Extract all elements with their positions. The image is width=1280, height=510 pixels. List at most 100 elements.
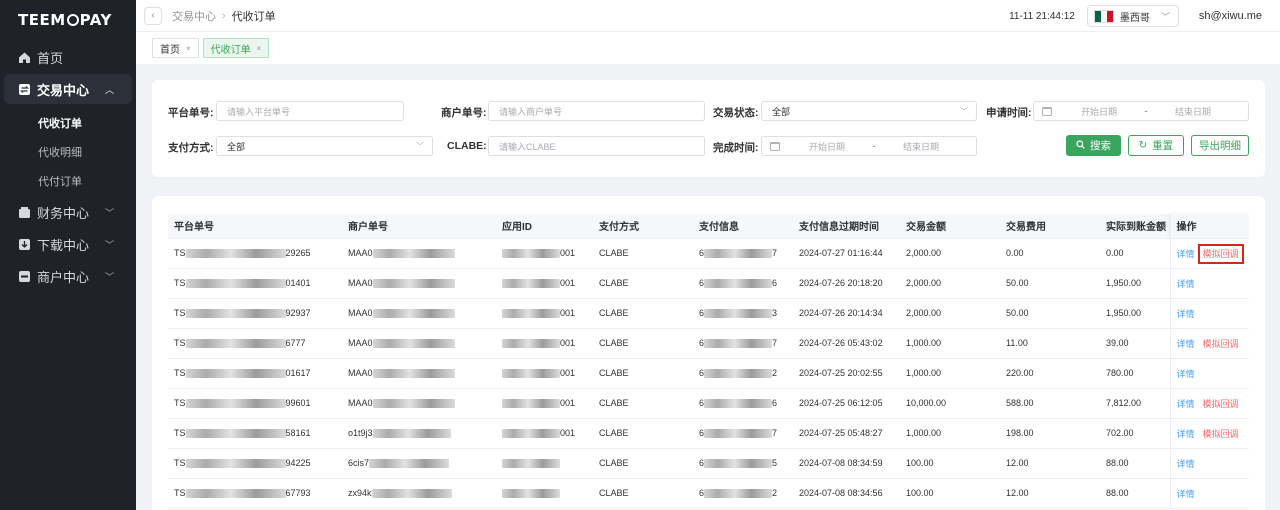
pay-info-cell: 67 (693, 328, 793, 359)
pay-info-cell: 63 (693, 298, 793, 329)
breadcrumb-item[interactable]: 交易中心 (172, 8, 216, 24)
detail-link[interactable]: 详情 (1177, 339, 1195, 349)
table-row: TS 58161 o1t9j3 001 CLABE 6 7 2024-07-25 05:48:… (168, 418, 1249, 449)
logo-ring-icon (66, 14, 79, 26)
table-row: TS 92937 MAA0 001 CLABE 6 3 2024-07-26 20:14:34… (168, 298, 1249, 329)
app-id-cell: 001 (496, 298, 593, 329)
simulate-callback-link[interactable]: 模拟回调 (1203, 429, 1239, 439)
redacted-platform-no (185, 249, 286, 259)
actual-amount-cell: 1,950.00 (1100, 298, 1170, 329)
fee-cell: 11.00 (1000, 328, 1100, 359)
expire-time-cell: 2024-07-26 20:18:20 (793, 268, 900, 299)
calendar-icon (1042, 106, 1052, 116)
actions-cell: 详情 (1169, 478, 1249, 509)
fee-cell: 588.00 (1000, 388, 1100, 419)
finish-time-start[interactable]: 开始日期 (790, 140, 864, 153)
simulate-callback-link[interactable]: 模拟回调 (1203, 339, 1239, 349)
redacted-app-id (502, 249, 560, 259)
sidebar-item-finance-center[interactable]: 财务中心 ﹀ (4, 197, 132, 227)
actions-cell: 详情 (1169, 268, 1249, 299)
table-row: TS 01617 MAA0 001 CLABE 6 2 2024-07-25 20:02:55… (168, 358, 1249, 389)
sidebar-subitem-collection-orders[interactable]: 代收订单 (0, 108, 136, 137)
country-select[interactable]: 墨西哥 ﹀ (1086, 5, 1179, 27)
redacted-app-id (502, 399, 560, 409)
amount-cell: 2,000.00 (900, 238, 1000, 269)
column-header: 支付信息 (693, 214, 793, 239)
redacted-pay-info (704, 279, 773, 289)
column-header: 操作 (1169, 214, 1249, 239)
finish-time-end[interactable]: 结束日期 (884, 140, 958, 153)
platform-no-cell: TS 58161 (168, 418, 342, 449)
detail-link[interactable]: 详情 (1177, 249, 1195, 259)
detail-link[interactable]: 详情 (1177, 369, 1195, 379)
detail-link[interactable]: 详情 (1177, 399, 1195, 409)
collapse-sidebar-button[interactable]: ‹ (144, 6, 162, 25)
redacted-platform-no (185, 399, 286, 409)
pay-info-cell: 62 (693, 478, 793, 509)
simulate-callback-link[interactable]: 模拟回调 (1203, 399, 1239, 409)
fee-cell: 198.00 (1000, 418, 1100, 449)
sidebar-item-home[interactable]: 首页 (4, 42, 132, 72)
apply-time-end[interactable]: 结束日期 (1156, 105, 1230, 118)
finish-time-label: 完成时间: (713, 142, 759, 154)
close-icon[interactable]: × (186, 44, 191, 53)
apply-time-range[interactable]: 开始日期 - 结束日期 (1033, 101, 1249, 121)
redacted-pay-info (704, 489, 773, 499)
detail-link[interactable]: 详情 (1177, 279, 1195, 289)
column-header: 交易金额 (900, 214, 1000, 239)
clock: 11-11 21:44:12 (1009, 10, 1075, 22)
detail-link[interactable]: 详情 (1177, 459, 1195, 469)
redacted-app-id (502, 459, 560, 469)
actions-cell: 详情 模拟回调 (1169, 388, 1249, 419)
tab-home[interactable]: 首页 × (152, 38, 199, 58)
sidebar-item-download-center[interactable]: 下载中心 ﹀ (4, 229, 132, 259)
amount-cell: 100.00 (900, 478, 1000, 509)
range-separator: - (872, 141, 876, 151)
user-account-menu[interactable]: sh@xiwu.me (1199, 10, 1262, 22)
platform-no-input[interactable]: 请输入平台单号 (216, 101, 404, 121)
close-icon[interactable]: × (257, 44, 262, 53)
simulate-callback-link[interactable]: 模拟回调 (1197, 243, 1244, 264)
platform-no-cell: TS 6777 (168, 328, 342, 359)
merchant-no-input[interactable]: 请输入商户单号 (488, 101, 705, 121)
finish-time-range[interactable]: 开始日期 - 结束日期 (761, 136, 977, 156)
chevron-down-icon: ﹀ (104, 207, 114, 218)
merchant-no-cell: MAA0 (342, 298, 496, 329)
table-row: TS 01401 MAA0 001 CLABE 6 6 2024-07-26 20:18:20… (168, 268, 1249, 299)
actual-amount-cell: 88.00 (1100, 448, 1170, 479)
platform-no-cell: TS 99601 (168, 388, 342, 419)
sidebar-item-label: 首页 (37, 50, 64, 66)
amount-cell: 2,000.00 (900, 298, 1000, 329)
sidebar-item-merchant-center[interactable]: 商户中心 ﹀ (4, 261, 132, 291)
redacted-platform-no (185, 429, 286, 439)
reset-button[interactable]: ↻ 重置 (1128, 135, 1184, 156)
table-body: TS 29265 MAA0 001 CLABE 6 7 2024-07-27 01:16:44… (168, 238, 1249, 509)
amount-cell: 100.00 (900, 448, 1000, 479)
sidebar-subitem-collection-details[interactable]: 代收明细 (0, 137, 136, 166)
detail-link[interactable]: 详情 (1177, 429, 1195, 439)
platform-no-cell: TS 29265 (168, 238, 342, 269)
tab-collection-orders[interactable]: 代收订单 × (202, 38, 270, 58)
sidebar-subitem-payout-orders[interactable]: 代付订单 (0, 166, 136, 195)
sidebar-item-label: 商户中心 (37, 269, 90, 285)
actual-amount-cell: 1,950.00 (1100, 268, 1170, 299)
merchant-no-cell: MAA0 (342, 328, 496, 359)
clabe-input[interactable]: 请输入CLABE (488, 136, 705, 156)
table-row: TS 94225 6cis7 CLABE 6 5 2024-07-08 08:34:59 10… (168, 448, 1249, 479)
detail-link[interactable]: 详情 (1177, 309, 1195, 319)
status-select[interactable]: 全部 ﹀ (761, 101, 977, 121)
table-header-row: 平台单号 商户单号 应用ID 支付方式 支付信息 支付信息过期时间 交易金额 交易费用 实际到账… (168, 214, 1249, 239)
table-row: TS 6777 MAA0 001 CLABE 6 7 2024-07-26 05:43:02 1… (168, 328, 1249, 359)
platform-no-cell: TS 67793 (168, 478, 342, 509)
redacted-merchant-no (372, 279, 455, 289)
pay-method-cell: CLABE (593, 298, 693, 329)
sidebar-item-trade-center[interactable]: 交易中心 ︿ (4, 74, 132, 104)
app-logo[interactable]: TEEM PAY (0, 0, 136, 32)
apply-time-start[interactable]: 开始日期 (1062, 105, 1136, 118)
pay-method-select[interactable]: 全部 ﹀ (216, 136, 433, 156)
export-details-button[interactable]: 导出明细 (1191, 135, 1249, 156)
search-button[interactable]: 搜索 (1066, 135, 1121, 156)
detail-link[interactable]: 详情 (1177, 489, 1195, 499)
expire-time-cell: 2024-07-27 01:16:44 (793, 238, 900, 269)
redacted-platform-no (185, 339, 286, 349)
